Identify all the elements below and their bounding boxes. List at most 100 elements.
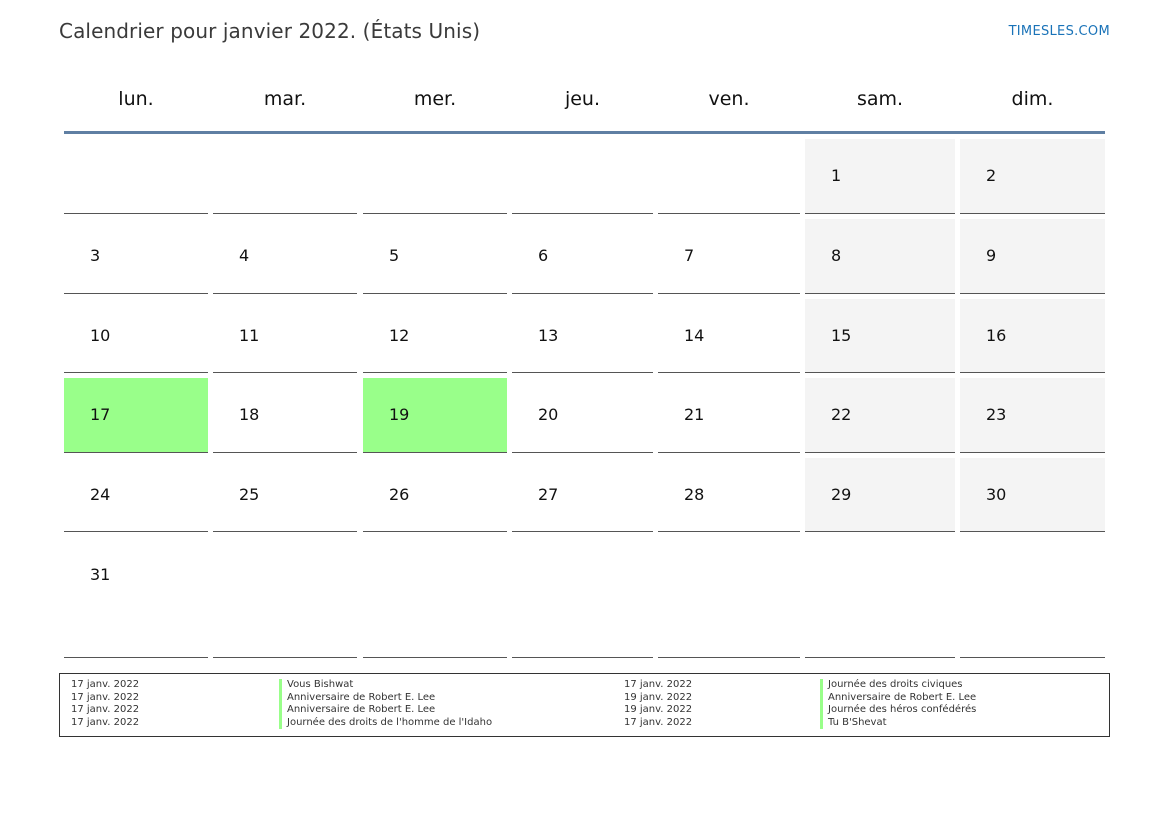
legend-event: Journée des héros confédérés (828, 704, 977, 715)
day-cell[interactable]: 22 (805, 378, 955, 453)
day-number: 11 (239, 326, 260, 345)
day-number: 9 (986, 246, 997, 265)
legend-date: 17 janv. 2022 (71, 691, 140, 703)
day-number: 13 (538, 326, 559, 345)
day-cell-empty (658, 538, 800, 658)
day-number: 18 (239, 405, 260, 424)
day-number: 19 (389, 405, 410, 424)
day-cell[interactable]: 10 (64, 299, 208, 373)
day-cell-empty (960, 538, 1105, 658)
day-cell-empty (658, 139, 800, 214)
day-number: 5 (389, 246, 400, 265)
weekday-label: mer. (413, 88, 457, 110)
day-cell[interactable]: 25 (213, 458, 357, 532)
day-cell-empty (363, 139, 507, 214)
day-cell[interactable]: 15 (805, 299, 955, 373)
day-number: 29 (831, 485, 852, 504)
legend-event: Anniversaire de Robert E. Lee (828, 691, 977, 703)
day-cell[interactable]: 4 (213, 219, 357, 294)
day-cell[interactable]: 31 (64, 538, 208, 658)
legend-event: Anniversaire de Robert E. Lee (287, 704, 436, 715)
day-cell-empty (512, 538, 653, 658)
day-cell[interactable]: 23 (960, 378, 1105, 453)
legend-left-events: Vous Bishwat Anniversaire de Robert E. Le… (279, 679, 492, 729)
day-cell-empty (805, 538, 955, 658)
day-cell[interactable]: 19 (363, 378, 507, 453)
day-cell-empty (213, 538, 357, 658)
day-cell[interactable]: 1 (805, 139, 955, 214)
day-number: 6 (538, 246, 549, 265)
day-number: 16 (986, 326, 1007, 345)
day-number: 7 (684, 246, 695, 265)
day-number: 1 (831, 166, 842, 185)
page-title: Calendrier pour janvier 2022. (États Uni… (59, 19, 481, 43)
day-number: 14 (684, 326, 705, 345)
day-cell[interactable]: 29 (805, 458, 955, 532)
day-number: 8 (831, 246, 842, 265)
weekday-label: lun. (118, 88, 154, 110)
day-cell[interactable]: 16 (960, 299, 1105, 373)
day-cell[interactable]: 20 (512, 378, 653, 453)
day-cell-empty (512, 139, 653, 214)
brand-link[interactable]: TIMESLES.COM (1009, 24, 1110, 39)
legend-date: 17 janv. 2022 (624, 716, 693, 728)
day-cell-empty (64, 139, 208, 214)
legend-date: 17 janv. 2022 (71, 679, 140, 690)
day-cell[interactable]: 8 (805, 219, 955, 294)
day-number: 27 (538, 485, 559, 504)
day-cell[interactable]: 5 (363, 219, 507, 294)
day-cell-empty (213, 139, 357, 214)
day-cell[interactable]: 14 (658, 299, 800, 373)
day-number: 23 (986, 405, 1007, 424)
legend-date: 17 janv. 2022 (71, 704, 140, 715)
holiday-legend: 17 janv. 2022 17 janv. 2022 17 janv. 2022 1… (59, 673, 1110, 737)
day-cell[interactable]: 11 (213, 299, 357, 373)
day-cell[interactable]: 9 (960, 219, 1105, 294)
day-cell[interactable]: 18 (213, 378, 357, 453)
legend-date: 19 janv. 2022 (624, 691, 693, 703)
weekday-label: ven. (708, 88, 750, 110)
day-cell[interactable]: 3 (64, 219, 208, 294)
day-cell[interactable]: 6 (512, 219, 653, 294)
weekday-label: jeu. (564, 88, 601, 110)
weekday-label: sam. (856, 88, 904, 110)
day-number: 2 (986, 166, 997, 185)
day-number: 15 (831, 326, 852, 345)
day-number: 25 (239, 485, 260, 504)
day-cell[interactable]: 12 (363, 299, 507, 373)
weekday-label: mar. (263, 88, 307, 110)
day-number: 21 (684, 405, 705, 424)
legend-date: 19 janv. 2022 (624, 704, 693, 715)
day-cell[interactable]: 21 (658, 378, 800, 453)
day-cell[interactable]: 2 (960, 139, 1105, 214)
legend-date: 17 janv. 2022 (624, 679, 693, 690)
day-number: 26 (389, 485, 410, 504)
legend-event: Anniversaire de Robert E. Lee (287, 691, 436, 703)
day-number: 22 (831, 405, 852, 424)
legend-right-events: Journée des droits civiques Anniversaire … (820, 679, 976, 729)
legend-date: 17 janv. 2022 (71, 716, 140, 728)
legend-event: Tu B'Shevat (828, 716, 887, 728)
legend-right-dates: 17 janv. 2022 19 janv. 2022 19 janv. 2022 1… (624, 679, 692, 729)
day-cell[interactable]: 28 (658, 458, 800, 532)
day-cell[interactable]: 7 (658, 219, 800, 294)
day-number: 20 (538, 405, 559, 424)
weekday-label: dim. (1011, 88, 1054, 110)
day-number: 10 (90, 326, 111, 345)
day-number: 24 (90, 485, 111, 504)
day-cell[interactable]: 17 (64, 378, 208, 453)
day-cell[interactable]: 24 (64, 458, 208, 532)
day-cell[interactable]: 26 (363, 458, 507, 532)
day-cell[interactable]: 27 (512, 458, 653, 532)
legend-left-dates: 17 janv. 2022 17 janv. 2022 17 janv. 2022 1… (71, 679, 139, 729)
day-number: 30 (986, 485, 1007, 504)
day-number: 3 (90, 246, 101, 265)
day-cell-empty (363, 538, 507, 658)
legend-event: Vous Bishwat (287, 679, 354, 690)
day-cell[interactable]: 13 (512, 299, 653, 373)
day-number: 17 (90, 405, 111, 424)
legend-event: Journée des droits civiques (828, 679, 963, 690)
day-number: 28 (684, 485, 705, 504)
day-number: 12 (389, 326, 410, 345)
day-cell[interactable]: 30 (960, 458, 1105, 532)
